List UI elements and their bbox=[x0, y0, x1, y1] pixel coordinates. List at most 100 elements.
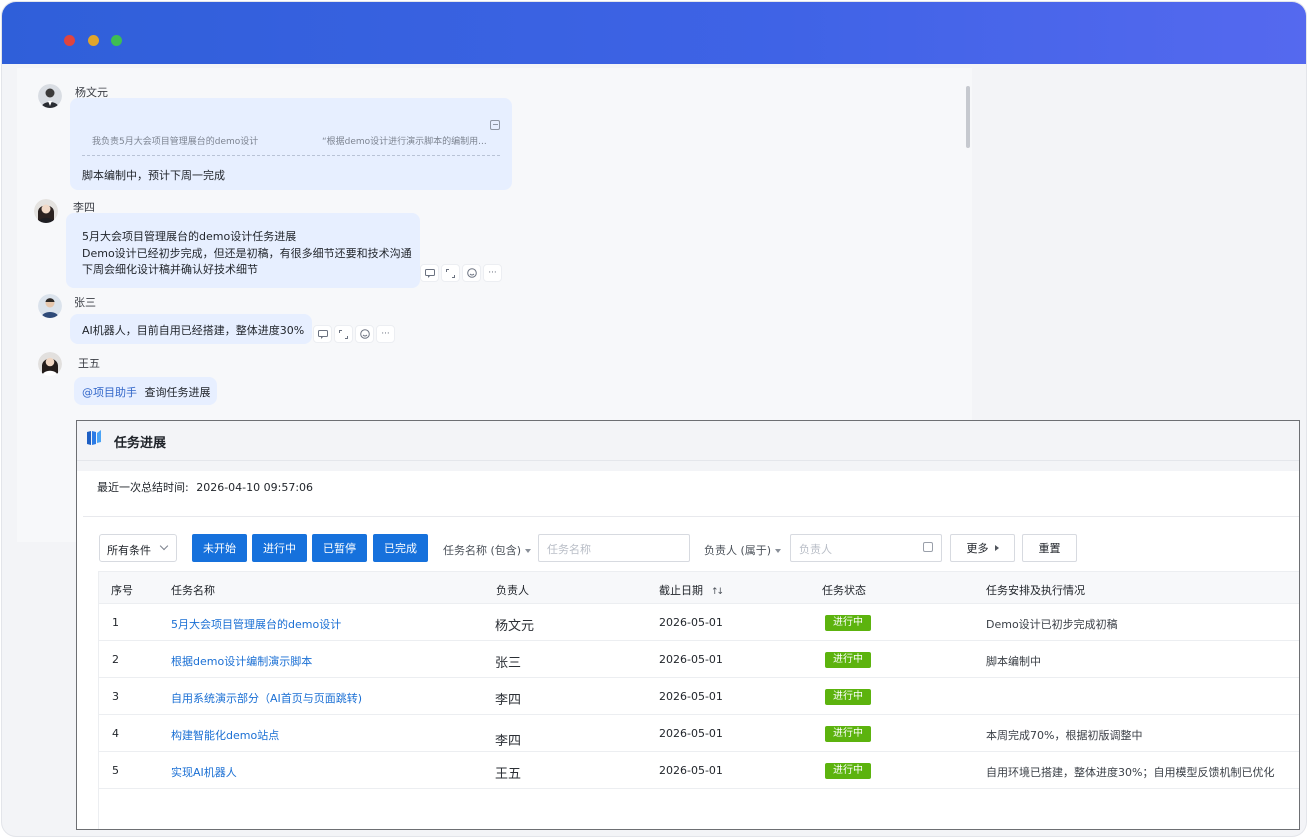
card-header: 任务进展 bbox=[77, 421, 1299, 461]
column-header: 任务名称 bbox=[171, 584, 215, 597]
due-date-cell: 2026-05-01 bbox=[659, 653, 723, 666]
column-header-label: 截止日期 bbox=[659, 584, 703, 597]
sender-name: 张三 bbox=[74, 296, 96, 309]
sender-name: 王五 bbox=[78, 357, 100, 370]
avatar[interactable] bbox=[38, 294, 62, 318]
table-row[interactable]: 5 实现AI机器人 王五 2026-05-01 进行中 自用环境已搭建，整体进度… bbox=[99, 752, 1299, 789]
reply-icon[interactable] bbox=[420, 264, 439, 282]
message-bubble: 我负责5月大会项目管理展台的demo设计 “根据demo设计进行演示脚本的编制用… bbox=[70, 98, 512, 190]
due-date-cell: 2026-05-01 bbox=[659, 690, 723, 703]
panel-logo-icon bbox=[87, 430, 101, 446]
caret-right-icon bbox=[994, 545, 999, 551]
card-title: 任务进展 bbox=[114, 436, 167, 451]
row-number: 3 bbox=[112, 690, 119, 703]
maximize-window-button[interactable] bbox=[111, 35, 122, 46]
column-header: 序号 bbox=[111, 584, 133, 597]
row-number: 5 bbox=[112, 764, 119, 777]
quoted-message[interactable]: 我负责5月大会项目管理展台的demo设计 “根据demo设计进行演示脚本的编制用… bbox=[82, 104, 500, 156]
avatar[interactable] bbox=[38, 352, 62, 376]
quote-text: 我负责5月大会项目管理展台的demo设计 bbox=[92, 137, 259, 147]
avatar[interactable] bbox=[34, 199, 58, 223]
notes-cell: 本周完成70%，根据初版调整中 bbox=[986, 729, 1143, 742]
column-header-due-date[interactable]: 截止日期 ↑↓ bbox=[659, 582, 724, 598]
right-side-panel bbox=[972, 68, 1304, 420]
summary-text: 最近一次总结时间: 2026-04-10 09:57:06 bbox=[97, 479, 313, 495]
notes-cell: 自用环境已搭建，整体进度30%；自用模型反馈机制已优化 bbox=[986, 766, 1275, 779]
message-actions: ··· bbox=[313, 325, 395, 343]
chat-scrollbar[interactable] bbox=[966, 86, 970, 148]
task-name-link[interactable]: 5月大会项目管理展台的demo设计 bbox=[171, 616, 341, 632]
expand-icon[interactable] bbox=[334, 325, 353, 343]
expand-icon[interactable] bbox=[441, 264, 460, 282]
chevron-down-icon bbox=[159, 541, 169, 551]
status-badge: 进行中 bbox=[825, 763, 871, 779]
table-row[interactable]: 3 自用系统演示部分（AI首页与页面跳转) 李四 2026-05-01 进行中 bbox=[99, 678, 1299, 715]
owner-placeholder: 负责人 bbox=[799, 543, 832, 556]
task-name-filter-label[interactable]: 任务名称 (包含) bbox=[443, 542, 532, 558]
condition-select-value: 所有条件 bbox=[107, 544, 151, 557]
caret-down-icon bbox=[525, 549, 532, 553]
sort-icon[interactable]: ↑↓ bbox=[711, 587, 724, 597]
due-date-cell: 2026-05-01 bbox=[659, 764, 723, 777]
reply-icon[interactable] bbox=[313, 325, 332, 343]
owner-cell: 杨文元 bbox=[495, 619, 535, 634]
message-bubble: AI机器人，目前自用已经搭建，整体进度30% bbox=[70, 314, 312, 344]
avatar[interactable] bbox=[38, 84, 62, 108]
owner-input[interactable]: 负责人 bbox=[790, 534, 942, 562]
message-content: 查询任务进展 bbox=[144, 386, 211, 399]
message-line: 下周会细化设计稿并确认好技术细节 bbox=[82, 263, 258, 276]
row-number: 4 bbox=[112, 727, 119, 740]
task-table: 序号 任务名称 负责人 截止日期 ↑↓ 任务状态 任务安排及执行情况 1 5月大会… bbox=[98, 571, 1299, 829]
task-progress-card: 任务进展 最近一次总结时间: 2026-04-10 09:57:06 所有条件 … bbox=[76, 420, 1300, 830]
close-window-button[interactable] bbox=[64, 35, 75, 46]
card-gap bbox=[77, 461, 1299, 471]
quote-open-icon[interactable] bbox=[490, 120, 500, 130]
table-row[interactable]: 2 根据demo设计编制演示脚本 张三 2026-05-01 进行中 脚本编制中 bbox=[99, 641, 1299, 678]
table-row[interactable]: 1 5月大会项目管理展台的demo设计 杨文元 2026-05-01 进行中 D… bbox=[99, 604, 1299, 641]
due-date-cell: 2026-05-01 bbox=[659, 727, 723, 740]
owner-cell: 张三 bbox=[495, 656, 522, 671]
task-name-link[interactable]: 根据demo设计编制演示脚本 bbox=[171, 653, 312, 669]
filter-paused-button[interactable]: 已暂停 bbox=[312, 534, 367, 562]
more-filters-button[interactable]: 更多 bbox=[950, 534, 1015, 562]
task-name-link[interactable]: 实现AI机器人 bbox=[171, 764, 237, 780]
table-row[interactable]: 4 构建智能化demo站点 李四 2026-05-01 进行中 本周完成70%，… bbox=[99, 715, 1299, 752]
summary-time: 2026-04-10 09:57:06 bbox=[196, 481, 314, 494]
status-badge: 进行中 bbox=[825, 652, 871, 668]
filter-completed-button[interactable]: 已完成 bbox=[373, 534, 428, 562]
caret-down-icon bbox=[775, 549, 782, 553]
summary-section: 最近一次总结时间: 2026-04-10 09:57:06 bbox=[83, 471, 1299, 517]
minimize-window-button[interactable] bbox=[88, 35, 99, 46]
message-text: AI机器人，目前自用已经搭建，整体进度30% bbox=[82, 324, 305, 337]
summary-label: 最近一次总结时间: bbox=[97, 481, 189, 494]
message-actions: ··· bbox=[420, 264, 502, 282]
mention-tag[interactable]: @项目助手 bbox=[82, 386, 137, 399]
title-bar bbox=[2, 2, 1306, 64]
more-icon[interactable]: ··· bbox=[376, 325, 395, 343]
emoji-icon[interactable] bbox=[355, 325, 374, 343]
owner-picker-icon[interactable] bbox=[923, 542, 933, 552]
owner-cell: 李四 bbox=[495, 693, 522, 708]
due-date-cell: 2026-05-01 bbox=[659, 616, 723, 629]
filter-in-progress-button[interactable]: 进行中 bbox=[252, 534, 307, 562]
emoji-icon[interactable] bbox=[462, 264, 481, 282]
message-bubble: 5月大会项目管理展台的demo设计任务进展 Demo设计已经初步完成，但还是初稿… bbox=[66, 213, 420, 288]
task-name-link[interactable]: 自用系统演示部分（AI首页与页面跳转) bbox=[171, 690, 362, 706]
row-number: 1 bbox=[112, 616, 119, 629]
task-name-filter-text: 任务名称 (包含) bbox=[443, 544, 522, 557]
filter-not-started-button[interactable]: 未开始 bbox=[192, 534, 247, 562]
notes-cell: Demo设计已初步完成初稿 bbox=[986, 618, 1118, 631]
task-name-link[interactable]: 构建智能化demo站点 bbox=[171, 727, 279, 743]
task-name-input[interactable]: 任务名称 bbox=[538, 534, 690, 562]
status-badge: 进行中 bbox=[825, 726, 871, 742]
row-number: 2 bbox=[112, 653, 119, 666]
owner-filter-label[interactable]: 负责人 (属于) bbox=[704, 542, 782, 558]
reset-button[interactable]: 重置 bbox=[1022, 534, 1077, 562]
condition-select[interactable]: 所有条件 bbox=[99, 534, 177, 562]
table-header: 序号 任务名称 负责人 截止日期 ↑↓ 任务状态 任务安排及执行情况 bbox=[99, 572, 1299, 604]
more-icon[interactable]: ··· bbox=[483, 264, 502, 282]
status-badge: 进行中 bbox=[825, 689, 871, 705]
message-line: Demo设计已经初步完成，但还是初稿，有很多细节还要和技术沟通 bbox=[82, 247, 412, 260]
owner-cell: 李四 bbox=[495, 734, 522, 749]
message-bubble: @项目助手 查询任务进展 bbox=[74, 377, 217, 405]
